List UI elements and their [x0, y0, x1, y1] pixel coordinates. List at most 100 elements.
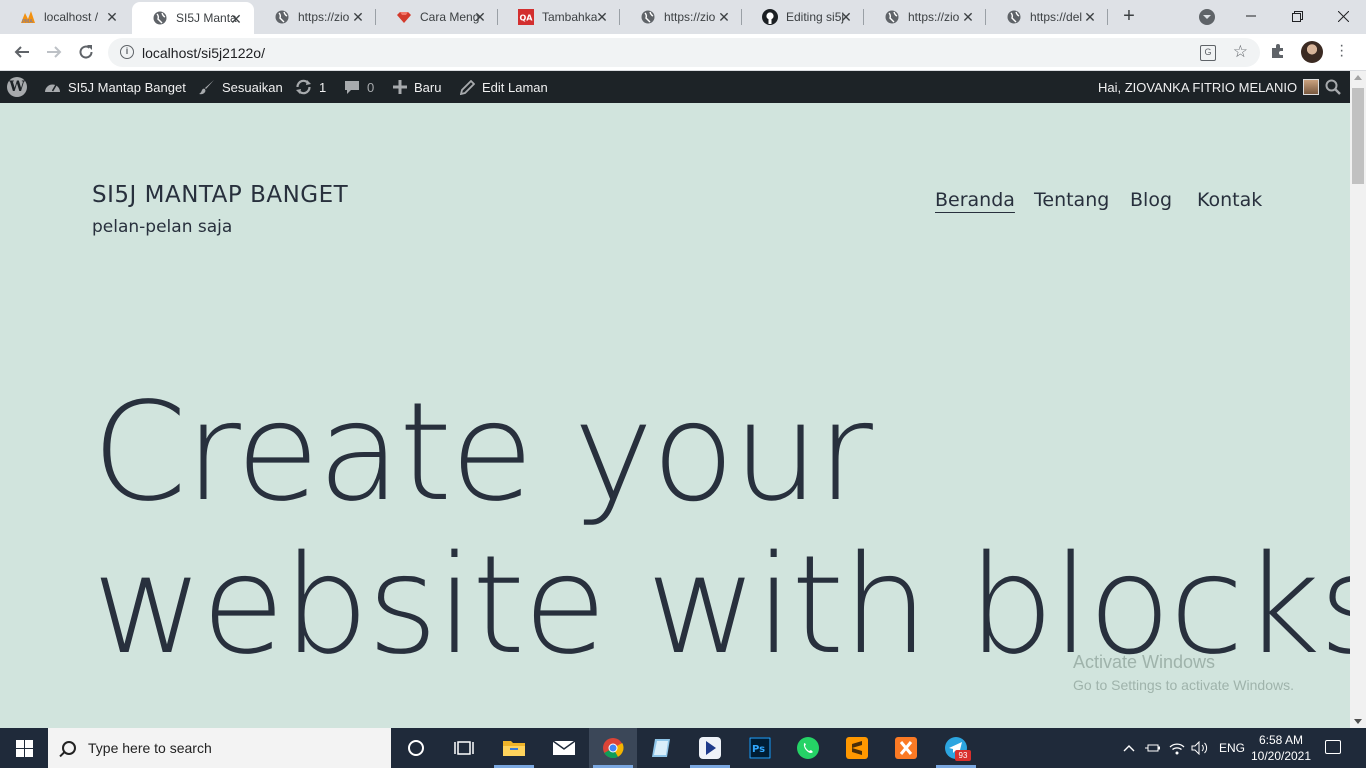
site-info-icon[interactable]: i	[120, 45, 134, 59]
clock-time: 6:58 AM	[1258, 733, 1304, 747]
forward-button[interactable]	[42, 40, 66, 64]
comment-bubble-icon	[344, 79, 360, 95]
site-title[interactable]: SI5J MANTAP BANGET	[92, 182, 348, 208]
scroll-up-arrow-icon[interactable]	[1354, 75, 1362, 80]
scroll-down-arrow-icon[interactable]	[1354, 719, 1362, 724]
tab-https-zio-3[interactable]: https://zio ✕	[864, 0, 986, 34]
admin-greeting: Hai, ZIOVANKA FITRIO MELANIO	[1098, 79, 1298, 95]
wifi-icon[interactable]	[1169, 728, 1185, 768]
tab-https-del[interactable]: https://del ✕	[986, 0, 1108, 34]
task-view-icon[interactable]	[452, 736, 476, 760]
tab-close-icon[interactable]: ✕	[716, 9, 732, 25]
input-language[interactable]: ENG	[1219, 728, 1245, 768]
telegram-unread-badge: 93	[955, 750, 971, 761]
nav-item-kontak[interactable]: Kontak	[1197, 189, 1262, 211]
hero-heading-line-1: Create your	[92, 374, 873, 532]
show-hidden-icons-chevron-icon[interactable]	[1123, 728, 1135, 768]
admin-edit-page[interactable]: Edit Laman	[460, 71, 548, 103]
windows-taskbar: Type here to search Ps 93 ENG 6:58 AM 10…	[0, 728, 1366, 768]
admin-new-label: Baru	[414, 79, 442, 95]
address-bar[interactable]: i localhost/si5j2122o/ G ☆	[108, 38, 1260, 67]
site-tagline: pelan-pelan saja	[92, 217, 233, 237]
page-scrollbar[interactable]	[1350, 71, 1366, 728]
wordpress-logo-icon: W	[7, 77, 27, 97]
nav-item-beranda[interactable]: Beranda	[935, 189, 1015, 211]
clock-date: 10/20/2021	[1250, 749, 1312, 763]
media-player-icon[interactable]	[698, 736, 722, 760]
tab-close-icon[interactable]: ✕	[838, 9, 854, 25]
taskbar-clock[interactable]: 6:58 AM 10/20/2021	[1250, 732, 1312, 764]
new-tab-button[interactable]: +	[1119, 6, 1139, 26]
search-icon	[62, 741, 76, 755]
globe-icon	[640, 9, 656, 25]
taskbar-search-placeholder: Type here to search	[88, 740, 212, 756]
admin-search[interactable]	[1325, 71, 1341, 103]
whatsapp-icon[interactable]	[796, 736, 820, 760]
tab-search-icon[interactable]	[1199, 9, 1215, 25]
svg-text:QA: QA	[520, 14, 534, 23]
svg-text:PMA: PMA	[22, 19, 33, 24]
search-icon	[1325, 79, 1341, 95]
chrome-icon[interactable]	[601, 736, 625, 760]
photoshop-icon[interactable]: Ps	[748, 736, 772, 760]
tab-cara-meng[interactable]: Cara Meng ✕	[376, 0, 498, 34]
tab-tambahkan[interactable]: QA Tambahka ✕	[498, 0, 620, 34]
battery-plug-icon[interactable]	[1145, 728, 1161, 768]
close-window-button[interactable]	[1320, 0, 1366, 32]
browser-toolbar: i localhost/si5j2122o/ G ☆	[0, 34, 1366, 71]
admin-comments-count: 0	[367, 79, 375, 95]
taskbar-search-box[interactable]: Type here to search	[48, 728, 391, 768]
extensions-puzzle-icon[interactable]	[1270, 43, 1286, 64]
browser-tab-strip: PMA localhost / ✕ SI5J Manta ✕ https://z…	[0, 0, 1366, 34]
nav-item-tentang[interactable]: Tentang	[1034, 189, 1109, 211]
minimize-button[interactable]	[1228, 0, 1274, 32]
file-explorer-icon[interactable]	[502, 736, 526, 760]
action-center-icon[interactable]	[1325, 740, 1341, 754]
tab-close-icon[interactable]: ✕	[960, 9, 976, 25]
tab-title: localhost /	[44, 10, 99, 24]
volume-icon[interactable]	[1191, 728, 1209, 768]
admin-edit-page-label: Edit Laman	[482, 79, 548, 95]
admin-updates[interactable]: 1	[295, 71, 326, 103]
tab-close-icon[interactable]: ✕	[594, 9, 610, 25]
mail-icon[interactable]	[552, 736, 576, 760]
tab-si5j[interactable]: SI5J Manta ✕	[132, 2, 254, 34]
admin-customize-label: Sesuaikan	[222, 79, 283, 95]
wp-logo-menu[interactable]: W	[7, 71, 27, 103]
tab-close-icon[interactable]: ✕	[350, 9, 366, 25]
admin-comments[interactable]: 0	[344, 71, 374, 103]
start-button[interactable]	[0, 728, 48, 768]
notepad-app-icon[interactable]	[649, 736, 673, 760]
browser-menu-icon[interactable]: · · ·	[1339, 38, 1344, 64]
admin-customize[interactable]: Sesuaikan	[199, 71, 283, 103]
url-text: localhost/si5j2122o/	[142, 45, 265, 61]
nav-item-blog[interactable]: Blog	[1130, 189, 1172, 211]
user-avatar	[1303, 79, 1320, 95]
windows-logo-icon	[15, 739, 33, 757]
cortana-icon[interactable]	[404, 736, 428, 760]
scroll-thumb[interactable]	[1352, 88, 1364, 184]
tab-close-icon[interactable]: ✕	[472, 9, 488, 25]
tab-editing-si5j[interactable]: Editing si5j ✕	[742, 0, 864, 34]
sublime-text-icon[interactable]	[845, 736, 869, 760]
tab-close-icon[interactable]: ✕	[104, 9, 120, 25]
bookmark-star-icon[interactable]: ☆	[1233, 42, 1248, 62]
profile-avatar[interactable]	[1301, 41, 1323, 63]
xampp-icon[interactable]	[894, 736, 918, 760]
tab-close-icon[interactable]: ✕	[1082, 9, 1098, 25]
site-page: SI5J MANTAP BANGET pelan-pelan saja Bera…	[0, 103, 1350, 728]
tab-https-zio-2[interactable]: https://zio ✕	[620, 0, 742, 34]
globe-icon	[274, 9, 290, 25]
admin-my-account[interactable]: Hai, ZIOVANKA FITRIO MELANIO	[1098, 71, 1320, 103]
admin-new[interactable]: Baru	[393, 71, 441, 103]
wp-admin-bar: W SI5J Mantap Banget Sesuaikan 1 0 Baru	[0, 71, 1350, 103]
tab-close-icon[interactable]: ✕	[228, 11, 244, 27]
back-button[interactable]	[10, 40, 34, 64]
translate-icon[interactable]: G	[1200, 45, 1216, 61]
reload-button[interactable]	[74, 40, 98, 64]
admin-updates-count: 1	[319, 79, 327, 95]
tab-https-zio-1[interactable]: https://zio ✕	[254, 0, 376, 34]
restore-button[interactable]	[1274, 0, 1320, 32]
tab-localhost[interactable]: PMA localhost / ✕	[0, 0, 130, 34]
admin-site-name[interactable]: SI5J Mantap Banget	[44, 71, 186, 103]
